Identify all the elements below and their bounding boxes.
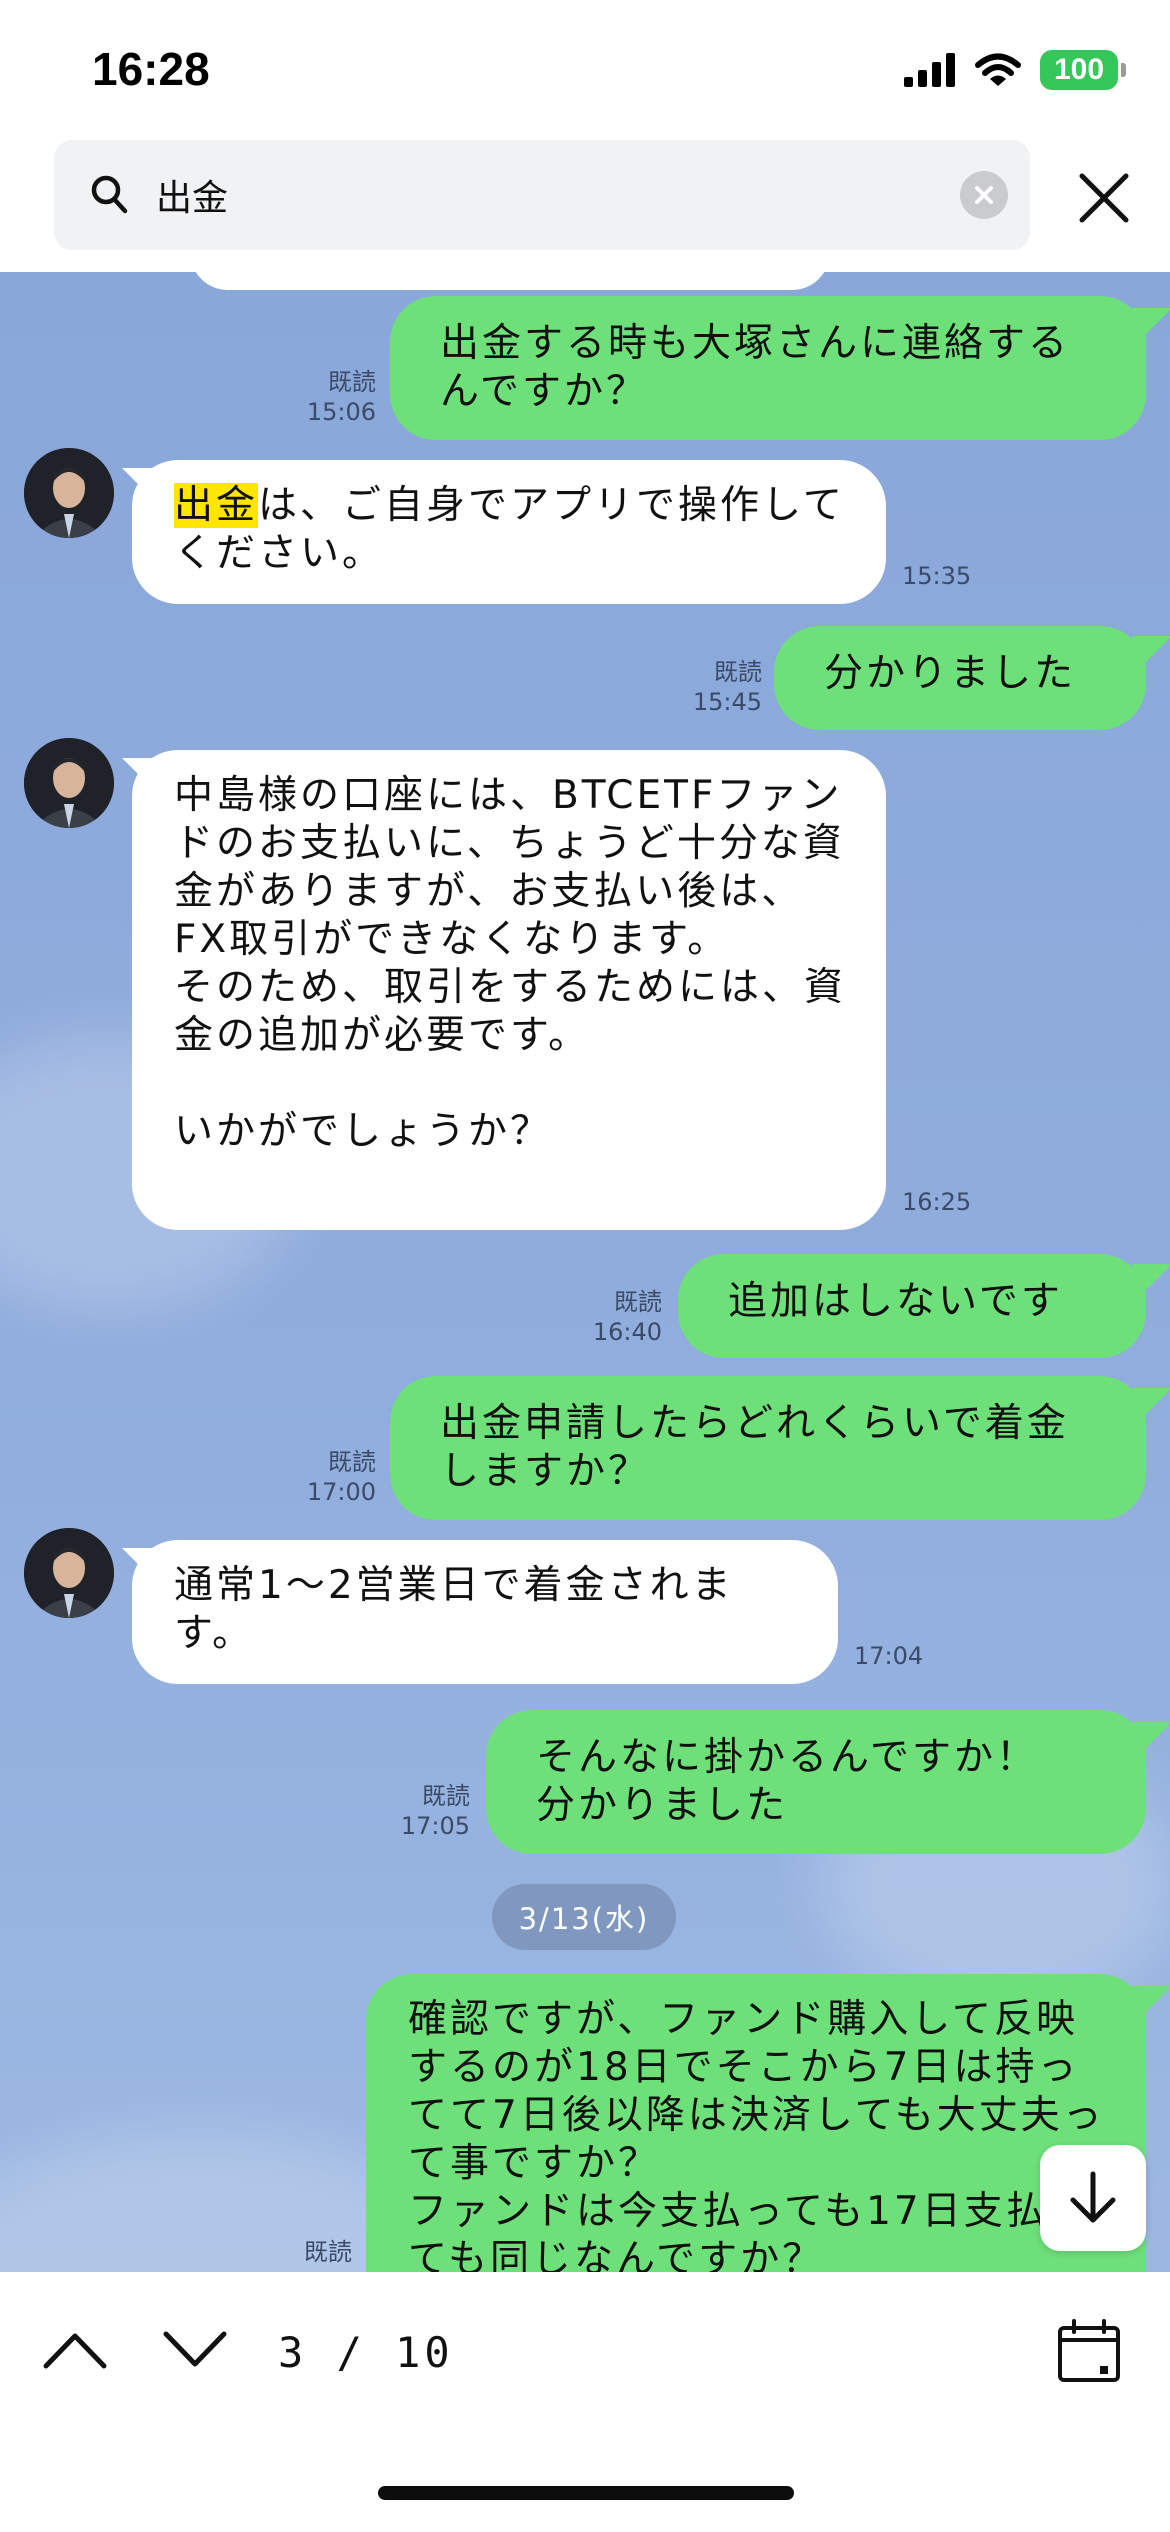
message-time: 15:35 bbox=[902, 562, 972, 590]
message-bubble[interactable]: 確認ですが、ファンド購入して反映するのが18日でそこから7日は持ってて7日後以降… bbox=[366, 1974, 1146, 2272]
result-counter: 3 / 10 bbox=[278, 2328, 454, 2377]
bubble-tail bbox=[1132, 1264, 1170, 1304]
message-bubble[interactable]: そんなに掛かるんですか！ 分かりました bbox=[486, 1710, 1146, 1854]
status-time: 16:28 bbox=[92, 43, 210, 95]
arrow-down-icon bbox=[1070, 2171, 1116, 2223]
message-bubble[interactable]: 出金する時も大塚さんに連絡するんですか？ bbox=[390, 296, 1146, 440]
message-bubble[interactable]: 通常1～2営業日で着金されます。 bbox=[132, 1540, 838, 1684]
clear-icon[interactable] bbox=[960, 171, 1008, 219]
calendar-icon[interactable] bbox=[1056, 2318, 1122, 2384]
scroll-to-bottom-button[interactable] bbox=[1040, 2145, 1146, 2251]
date-separator: 3/13(水) bbox=[492, 1884, 676, 1950]
message-bubble[interactable]: 分かりました bbox=[774, 626, 1146, 730]
message-time: 17:04 bbox=[854, 1642, 924, 1670]
bubble-tail bbox=[1132, 308, 1170, 348]
home-indicator[interactable] bbox=[378, 2486, 794, 2500]
status-bar: 16:28 100 bbox=[0, 0, 1170, 140]
bubble-tail bbox=[1132, 1986, 1170, 2026]
read-status: 既読 bbox=[714, 658, 762, 686]
bubble-tail bbox=[1132, 636, 1170, 676]
read-status: 既読 bbox=[614, 1288, 662, 1316]
search-icon bbox=[91, 175, 128, 214]
wifi-icon bbox=[975, 53, 1021, 86]
message-bubble[interactable]: 出金申請したらどれくらいで着金しますか？ bbox=[390, 1376, 1146, 1520]
chevron-down-icon[interactable] bbox=[160, 2324, 230, 2374]
search-navigation-bar: 3 / 10 bbox=[0, 2272, 1170, 2532]
message-time: 15:45 bbox=[692, 688, 762, 716]
message-time: 15:06 bbox=[306, 398, 376, 426]
message-bubble[interactable]: 追加はしないです bbox=[678, 1254, 1146, 1358]
search-highlight: 出金 bbox=[174, 483, 259, 528]
search-header bbox=[0, 140, 1170, 272]
message-time: 16:40 bbox=[592, 1318, 662, 1346]
chat-area[interactable]: 出金する時も大塚さんに連絡するんですか？ 既読 15:06 出金は、ご自身でアプ… bbox=[0, 272, 1170, 2272]
signal-icon bbox=[904, 53, 955, 87]
avatar[interactable] bbox=[24, 1528, 114, 1618]
read-status: 既読 bbox=[328, 368, 376, 396]
status-icons: 100 bbox=[904, 50, 1126, 90]
battery-indicator: 100 bbox=[1040, 50, 1126, 90]
message-time: 17:05 bbox=[400, 1812, 470, 1840]
bubble-tail bbox=[1132, 1388, 1170, 1428]
read-status: 既読 bbox=[422, 1782, 470, 1810]
search-box[interactable] bbox=[54, 140, 1030, 250]
message-time: 16:25 bbox=[902, 1188, 972, 1216]
previous-message-edge bbox=[190, 272, 830, 290]
chevron-up-icon[interactable] bbox=[40, 2324, 110, 2374]
message-bubble[interactable]: 出金は、ご自身でアプリで操作してください。 bbox=[132, 460, 886, 604]
bubble-tail bbox=[1132, 1722, 1170, 1762]
close-icon[interactable] bbox=[1076, 170, 1132, 226]
avatar[interactable] bbox=[24, 448, 114, 538]
message-bubble[interactable]: 中島様の口座には、BTCETFファンドのお支払いに、ちょうど十分な資金があります… bbox=[132, 750, 886, 1230]
read-status: 既読 bbox=[304, 2238, 352, 2266]
read-status: 既読 bbox=[328, 1448, 376, 1476]
avatar[interactable] bbox=[24, 738, 114, 828]
message-time: 17:00 bbox=[306, 1478, 376, 1506]
search-input[interactable] bbox=[154, 166, 958, 224]
message-text: は、ご自身でアプリで操作してください。 bbox=[174, 483, 845, 576]
line-chat-search-screen: 16:28 100 出金 出金する時も大塚さんに連絡するんですか？ 既読 15:… bbox=[0, 0, 1170, 2532]
